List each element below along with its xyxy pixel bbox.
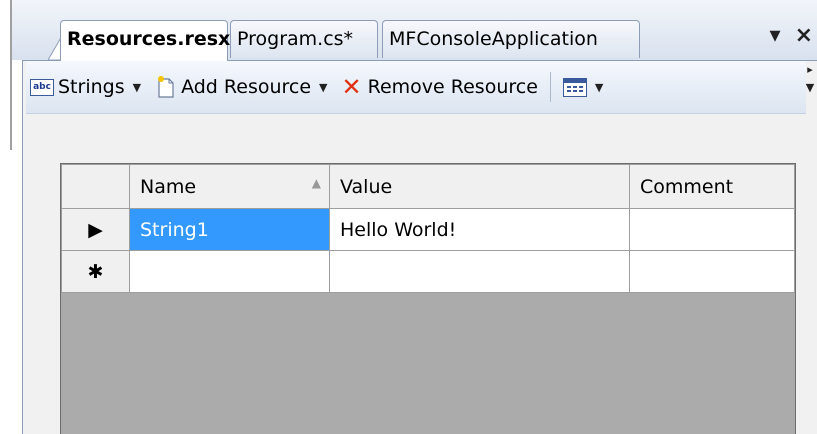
new-row[interactable]: ✱ — [61, 250, 795, 293]
chevron-down-icon: ▼ — [594, 80, 604, 94]
view-dropdown-button[interactable]: ▼ — [559, 69, 607, 105]
column-header-value[interactable]: Value — [329, 164, 630, 209]
chevron-down-icon: ▼ — [805, 81, 815, 94]
chevron-down-icon: ▼ — [319, 80, 328, 94]
chevron-down-icon: ▼ — [132, 80, 142, 94]
tab-label: MFConsoleApplication — [389, 28, 598, 50]
add-resource-button[interactable]: Add Resource ▼ — [153, 69, 331, 105]
grid-view-icon — [562, 77, 587, 97]
column-label: Comment — [640, 175, 734, 198]
name-cell[interactable] — [129, 250, 330, 293]
toolbar-separator — [549, 72, 551, 102]
new-document-icon — [158, 76, 174, 98]
current-row-indicator[interactable]: ▶ — [61, 208, 130, 251]
column-header-name[interactable]: Name ▲ — [129, 164, 330, 209]
tab-label: Resources.resx — [67, 28, 231, 50]
tab-mfconsoleapplication[interactable]: MFConsoleApplication — [382, 20, 640, 58]
remove-resource-button[interactable]: ✕ Remove Resource — [338, 69, 542, 105]
add-resource-label: Add Resource — [181, 76, 312, 98]
strings-dropdown-button[interactable]: abc Strings ▼ — [26, 69, 145, 105]
name-cell[interactable]: String1 — [129, 208, 330, 251]
delete-icon: ✕ — [341, 73, 362, 101]
toolbar-overflow-button[interactable]: ▸ ▼ — [803, 61, 817, 113]
tab-program-cs[interactable]: Program.cs* — [230, 20, 378, 58]
resource-data-grid: Name ▲ Value Comment ▶ String1 Hello Wor… — [60, 163, 796, 434]
column-header-comment[interactable]: Comment — [629, 164, 795, 209]
comment-cell[interactable] — [629, 250, 795, 293]
value-cell[interactable]: Hello World! — [329, 208, 630, 251]
strings-icon: abc — [30, 78, 54, 96]
close-icon[interactable]: × — [795, 18, 813, 54]
comment-cell[interactable] — [629, 208, 795, 251]
sort-ascending-icon: ▲ — [311, 175, 321, 190]
strings-label: Strings — [58, 76, 125, 98]
table-row[interactable]: ▶ String1 Hello World! — [61, 208, 795, 251]
remove-resource-label: Remove Resource — [367, 76, 538, 98]
column-label: Name — [140, 175, 197, 198]
header-row: Name ▲ Value Comment — [61, 164, 795, 209]
tab-window-controls: ▾ × — [770, 18, 813, 54]
document-tab-strip: Resources.resx Program.cs* MFConsoleAppl… — [12, 0, 817, 61]
new-row-indicator[interactable]: ✱ — [61, 250, 130, 293]
tab-label: Program.cs* — [237, 28, 354, 50]
resource-toolbar: abc Strings ▼ Add Resource ▼ ✕ Remove Re… — [26, 61, 806, 114]
value-cell[interactable] — [329, 250, 630, 293]
corner-header — [61, 164, 130, 209]
window-position-icon[interactable]: ▾ — [770, 18, 781, 54]
overflow-icon: ▸ — [807, 63, 813, 76]
left-margin — [0, 0, 12, 433]
column-label: Value — [340, 175, 393, 198]
tab-resources-resx[interactable]: Resources.resx — [60, 20, 231, 61]
resource-table: Name ▲ Value Comment ▶ String1 Hello Wor… — [61, 164, 795, 293]
